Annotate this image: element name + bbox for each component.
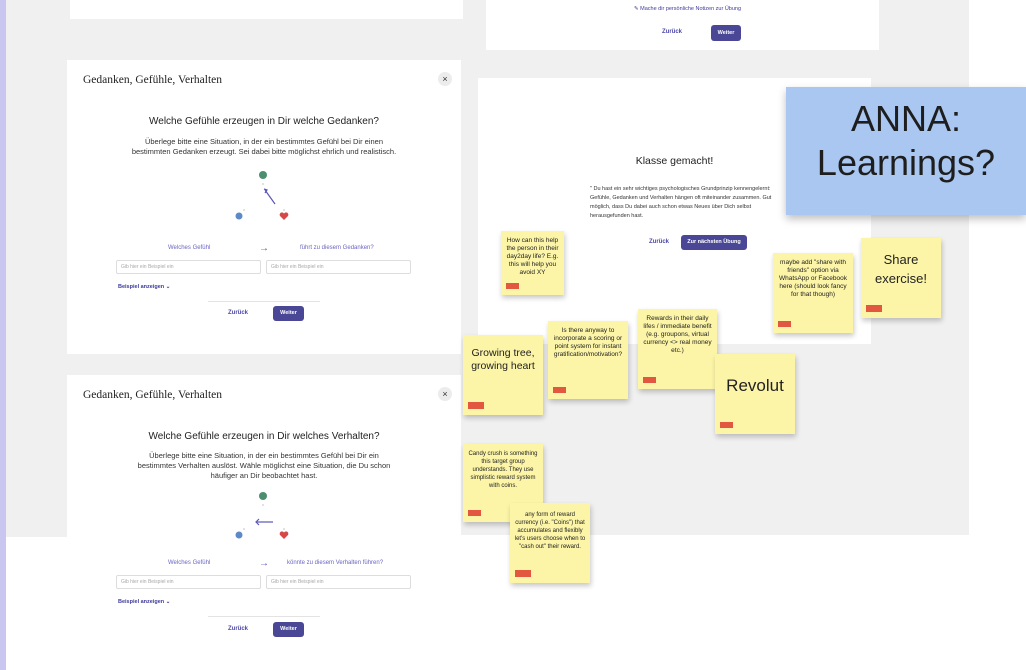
next-button[interactable]: Weiter xyxy=(273,306,304,321)
sticky-tag xyxy=(468,402,484,409)
question-heading: Welche Gefühle erzeugen in Dir welches V… xyxy=(148,431,380,442)
sticky-note[interactable]: How can this help the person in their da… xyxy=(501,231,564,295)
triangle-diagram xyxy=(235,171,289,220)
pencil-icon: ✎ xyxy=(634,6,639,12)
question-heading: Welche Gefühle erzeugen in Dir welche Ge… xyxy=(149,116,379,127)
arrow-right-icon: → xyxy=(259,558,269,569)
show-example-link[interactable]: Beispiel anzeigen ⌄ xyxy=(118,599,170,605)
sticky-note[interactable]: Share exercise! xyxy=(861,238,941,318)
thought-bubble-icon xyxy=(259,171,267,179)
thought-bubble-icon xyxy=(259,492,267,500)
behavior-input[interactable]: Gib hier ein Beispiel ein xyxy=(266,575,411,589)
arrow-right-icon: → xyxy=(259,243,269,254)
sticky-tag xyxy=(778,321,791,327)
person-icon xyxy=(235,531,243,539)
sticky-note[interactable]: maybe add "share with friends" option vi… xyxy=(773,253,853,333)
sticky-tag xyxy=(866,305,882,312)
heart-icon xyxy=(279,212,289,220)
close-icon[interactable]: × xyxy=(438,72,452,86)
back-link[interactable]: Zurück xyxy=(662,29,682,35)
sticky-note[interactable]: any form of reward currency (i.e. "Coins… xyxy=(510,503,590,583)
triangle-diagram xyxy=(235,492,289,539)
completion-text: " Du hast ein sehr wichtiges psychologis… xyxy=(590,186,772,219)
sticky-tag xyxy=(515,570,531,577)
notes-link[interactable]: ✎ Mache dir persönliche Notizen zur Übun… xyxy=(634,6,741,12)
anna-learnings-note[interactable]: ANNA: Learnings? xyxy=(786,87,1026,215)
thought-label: führt zu diesem Gedanken? xyxy=(300,245,374,251)
sticky-note[interactable]: Rewards in their daily lifes / immediate… xyxy=(638,309,717,389)
feeling-input[interactable]: Gib hier ein Beispiel ein xyxy=(116,575,261,589)
back-link[interactable]: Zurück xyxy=(649,239,669,245)
feeling-label: Welches Gefühl xyxy=(168,245,211,251)
show-example-link[interactable]: Beispiel anzeigen ⌄ xyxy=(118,284,170,290)
chevron-down-icon: ⌄ xyxy=(165,284,171,290)
feeling-input[interactable]: Gib hier ein Beispiel ein xyxy=(116,260,261,274)
sticky-tag xyxy=(468,510,481,516)
frame-top-right: ✎ Mache dir persönliche Notizen zur Übun… xyxy=(486,0,879,50)
card-title: Gedanken, Gefühle, Verhalten xyxy=(83,74,223,86)
thought-input[interactable]: Gib hier ein Beispiel ein xyxy=(266,260,411,274)
sticky-note[interactable]: Is there anyway to incorporate a scoring… xyxy=(548,321,628,399)
back-link[interactable]: Zurück xyxy=(228,626,248,632)
question-description: Überlege bitte eine Situation, in der ei… xyxy=(131,137,397,156)
sticky-tag xyxy=(506,283,519,289)
sticky-note[interactable]: Revolut xyxy=(715,354,795,434)
card-title: Gedanken, Gefühle, Verhalten xyxy=(83,389,223,401)
divider xyxy=(208,301,320,302)
divider xyxy=(208,616,320,617)
next-exercise-button[interactable]: Zur nächsten Übung xyxy=(681,235,747,250)
chevron-down-icon: ⌄ xyxy=(165,599,171,605)
feeling-label: Welches Gefühl xyxy=(168,560,211,566)
next-button[interactable]: Weiter xyxy=(273,622,304,637)
sticky-tag xyxy=(553,387,566,393)
exercise-card-behavior: Gedanken, Gefühle, Verhalten × Welche Ge… xyxy=(67,375,461,670)
close-icon[interactable]: × xyxy=(438,387,452,401)
back-link[interactable]: Zurück xyxy=(228,310,248,316)
question-description: Überlege bitte eine Situation, in der ei… xyxy=(137,451,391,480)
next-button[interactable]: Weiter xyxy=(711,25,741,41)
sticky-note[interactable]: Growing tree, growing heart xyxy=(463,335,543,415)
behavior-label: könnte zu diesem Verhalten führen? xyxy=(287,560,384,566)
heart-icon xyxy=(279,531,289,539)
sticky-tag xyxy=(643,377,656,383)
exercise-card-thoughts: Gedanken, Gefühle, Verhalten × Welche Ge… xyxy=(67,60,461,354)
frame-top-left xyxy=(70,0,463,19)
sticky-tag xyxy=(720,422,733,428)
person-icon xyxy=(235,212,243,220)
